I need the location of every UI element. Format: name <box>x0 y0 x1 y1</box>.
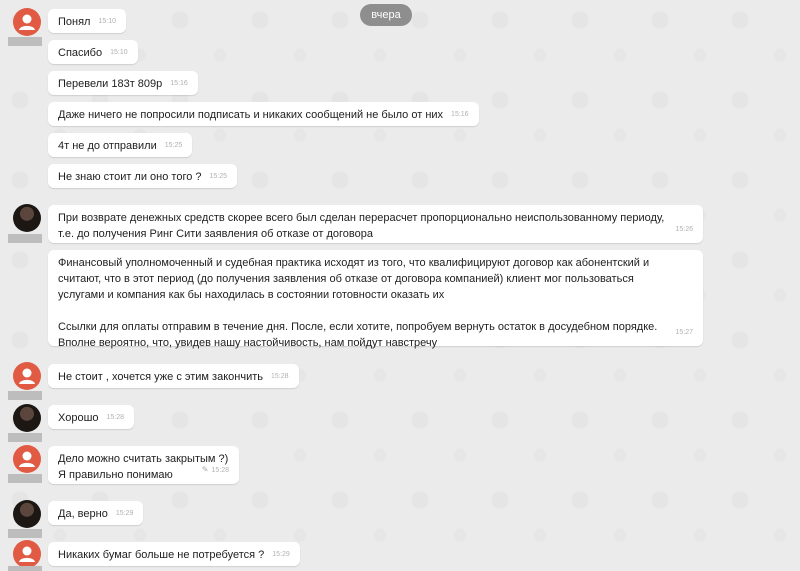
message-bubble[interactable]: Никаких бумаг больше не потребуется ? 15:… <box>48 542 300 566</box>
sender-name-redacted <box>8 566 42 571</box>
message-time: 15:29 <box>272 551 290 559</box>
message-bubble[interactable]: 4т не до отправили 15:25 <box>48 133 193 157</box>
message-text: Понял <box>58 16 91 28</box>
user-avatar[interactable] <box>13 445 41 473</box>
sender-name-redacted <box>8 391 42 400</box>
sender-name-redacted <box>8 474 42 483</box>
message-text: Перевели 183т 809р <box>58 78 163 90</box>
message-bubble[interactable]: Не знаю стоит ли оно того ? 15:25 <box>48 164 238 188</box>
message-line: Вполне вероятно, что, увидев нашу настой… <box>58 337 438 349</box>
sender-name-redacted <box>8 37 42 46</box>
user-avatar[interactable] <box>13 8 41 36</box>
message-time: 15:25 <box>209 173 228 181</box>
user-silhouette-icon <box>19 368 35 384</box>
message-line: т.е. до получения Ринг Сити заявления об… <box>58 228 373 240</box>
message-text: Хорошо <box>58 412 99 424</box>
message-time: 15:10 <box>110 49 128 57</box>
message-line: Финансовый уполномоченный и судебная пра… <box>58 257 650 269</box>
message-text: Никаких бумаг больше не потребуется ? <box>58 549 265 561</box>
message-bubble[interactable]: Перевели 183т 809р 15:16 <box>48 71 198 95</box>
message-time: 15:29 <box>115 510 134 518</box>
message-text: Не знаю стоит ли оно того ? <box>58 171 202 183</box>
sender-name-redacted <box>8 433 42 442</box>
message-bubble[interactable]: Хорошо 15:28 <box>48 405 135 429</box>
message-text: 4т не до отправили <box>58 140 157 152</box>
message-time: 15:26 <box>675 226 693 233</box>
message-bubble[interactable]: При возврате денежных средств скорее все… <box>48 205 703 243</box>
message-bubble[interactable]: Даже ничего не попросили подписать и ник… <box>48 102 479 126</box>
message-time: 15:28 <box>270 373 289 381</box>
message-bubble[interactable]: Да, верно 15:29 <box>48 501 144 525</box>
message-bubble[interactable]: Финансовый уполномоченный и судебная пра… <box>48 250 703 349</box>
message-line: При возврате денежных средств скорее все… <box>58 212 665 224</box>
user-avatar[interactable] <box>13 540 41 568</box>
message-bubble[interactable]: Дело можно считать закрытым ?) Я правиль… <box>48 446 239 484</box>
agent-avatar[interactable] <box>13 204 41 232</box>
message-time: 15:16 <box>170 80 188 88</box>
user-silhouette-icon <box>19 14 35 30</box>
message-time: 15:16 <box>451 111 469 119</box>
sender-name-redacted <box>8 529 42 538</box>
message-text: Да, верно <box>58 508 108 520</box>
message-time-edited: ✎ 15:28 <box>202 462 229 479</box>
message-bubble[interactable]: Понял 15:10 <box>48 9 127 33</box>
user-avatar[interactable] <box>13 362 41 390</box>
message-text: Не стоит , хочется уже с этим закончить <box>58 371 263 383</box>
agent-avatar[interactable] <box>13 404 41 432</box>
message-line: считают, что в этот период (до получения… <box>58 273 634 285</box>
message-time: 15:10 <box>98 18 117 26</box>
message-bubble[interactable]: Спасибо 15:10 <box>48 40 138 64</box>
message-time: 15:28 <box>211 467 229 474</box>
pencil-icon: ✎ <box>201 465 209 474</box>
user-silhouette-icon <box>19 546 35 562</box>
message-time: 15:28 <box>106 414 125 422</box>
message-time: 15:25 <box>164 142 183 150</box>
date-divider: вчера <box>360 4 412 26</box>
message-line: услугами и компания как бы находилась в … <box>58 289 445 301</box>
message-line: Ссылки для оплаты отправим в течение дня… <box>58 321 658 333</box>
sender-name-redacted <box>8 234 42 243</box>
user-silhouette-icon <box>19 451 35 467</box>
message-text: Даже ничего не попросили подписать и ник… <box>58 109 444 121</box>
agent-avatar[interactable] <box>13 500 41 528</box>
message-bubble[interactable]: Не стоит , хочется уже с этим закончить 1… <box>48 364 299 388</box>
message-text: Спасибо <box>58 47 103 59</box>
message-time: 15:27 <box>675 329 693 336</box>
